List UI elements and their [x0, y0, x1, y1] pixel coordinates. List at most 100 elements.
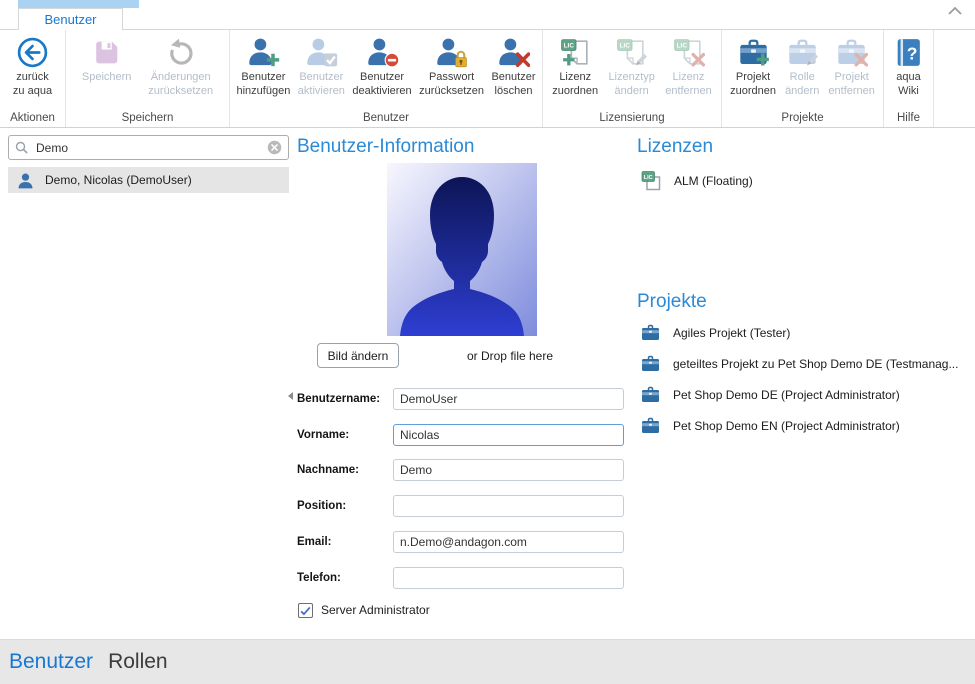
- button-label: Rolle: [790, 71, 815, 85]
- button-label: hinzufügen: [236, 85, 290, 99]
- field-label: Nachname:: [297, 459, 359, 482]
- telefon-field[interactable]: [393, 567, 624, 589]
- revert-changes-button[interactable]: Änderungen zurücksetzen: [147, 35, 214, 99]
- drop-file-hint: or Drop file here: [438, 349, 582, 363]
- ribbon-group-speichern: Speichern Änderungen zurücksetzen Speich…: [66, 30, 230, 127]
- project-item-label: Pet Shop Demo EN (Project Administrator): [673, 419, 900, 433]
- group-caption: Speichern: [66, 112, 229, 124]
- user-info-title: Benutzer-Information: [297, 136, 474, 158]
- tabstrip-divider: [0, 29, 975, 30]
- remove-project-button[interactable]: Projekt entfernen: [827, 35, 875, 99]
- activate-user-button[interactable]: Benutzer aktivieren: [297, 35, 346, 99]
- project-add-icon: [737, 36, 770, 69]
- role-edit-icon: [786, 36, 819, 69]
- assign-project-button[interactable]: Projekt zuordnen: [729, 35, 777, 99]
- collapse-arrow-icon[interactable]: [288, 392, 293, 400]
- position-field[interactable]: [393, 495, 624, 517]
- avatar[interactable]: [387, 163, 537, 336]
- clear-search-button[interactable]: [267, 140, 282, 155]
- license-remove-icon: LIC: [672, 36, 705, 69]
- bottom-tab-rollen[interactable]: Rollen: [108, 650, 168, 674]
- license-icon: LIC: [641, 170, 661, 191]
- checkmark-icon: [300, 606, 311, 616]
- button-label: zurücksetzen: [148, 85, 213, 99]
- password-reset-icon: [435, 36, 468, 69]
- field-label: Benutzername:: [297, 388, 380, 411]
- button-label: Änderungen: [151, 71, 211, 85]
- change-image-label: Bild ändern: [328, 349, 389, 363]
- button-label: entfernen: [828, 85, 874, 99]
- search-icon: [15, 141, 29, 155]
- benutzername-field[interactable]: [393, 388, 624, 410]
- ribbon-tab-benutzer[interactable]: Benutzer: [18, 8, 123, 30]
- button-label: Lizenz: [559, 71, 591, 85]
- save-button[interactable]: Speichern: [81, 35, 133, 86]
- form-row-telefon: Telefon:: [297, 567, 627, 590]
- ribbon-group-hilfe: ? aqua Wiki Hilfe: [884, 30, 934, 127]
- button-label: Wiki: [898, 85, 919, 99]
- project-item[interactable]: Agiles Projekt (Tester): [641, 324, 790, 341]
- button-label: Lizenztyp: [608, 71, 654, 85]
- reset-password-button[interactable]: Passwort zurücksetzen: [418, 35, 485, 99]
- remove-license-button[interactable]: LIC Lizenz entfernen: [664, 35, 712, 99]
- button-label: zu aqua: [13, 85, 52, 99]
- search-input[interactable]: [34, 140, 262, 156]
- bottom-tab-benutzer[interactable]: Benutzer: [9, 650, 93, 674]
- button-label: zurück: [16, 71, 48, 85]
- assign-license-button[interactable]: LIC Lizenz zuordnen: [551, 35, 599, 99]
- lic-text: LIC: [677, 42, 688, 49]
- avatar-silhouette-image: [387, 163, 537, 336]
- button-label: deaktivieren: [352, 85, 411, 99]
- vorname-field[interactable]: [393, 424, 624, 446]
- user-search-box: [8, 135, 289, 160]
- button-label: zuordnen: [552, 85, 598, 99]
- delete-user-button[interactable]: Benutzer löschen: [490, 35, 536, 99]
- ribbon-collapse-button[interactable]: [946, 4, 964, 18]
- button-label: Benutzer: [241, 71, 285, 85]
- ribbon-group-lizensierung: LIC Lizenz zuordnen LIC Lizen: [543, 30, 722, 127]
- email-field[interactable]: [393, 531, 624, 553]
- form-row-benutzername: Benutzername:: [297, 388, 627, 411]
- project-item[interactable]: Pet Shop Demo EN (Project Administrator): [641, 417, 900, 434]
- server-admin-label: Server Administrator: [321, 603, 430, 618]
- user-list-item-selected[interactable]: Demo, Nicolas (DemoUser): [8, 167, 289, 193]
- lic-text: LIC: [644, 175, 653, 181]
- ribbon-tab-label: Benutzer: [44, 12, 96, 27]
- add-user-button[interactable]: Benutzer hinzufügen: [235, 35, 291, 99]
- form-row-nachname: Nachname:: [297, 459, 627, 482]
- project-item-label: Agiles Projekt (Tester): [673, 326, 790, 340]
- nachname-field[interactable]: [393, 459, 624, 481]
- field-label: Position:: [297, 495, 346, 518]
- change-image-button[interactable]: Bild ändern: [317, 343, 399, 368]
- server-admin-checkbox[interactable]: [298, 603, 313, 618]
- button-label: Benutzer: [299, 71, 343, 85]
- project-remove-icon: [835, 36, 868, 69]
- active-tab-accent: [18, 0, 139, 8]
- project-icon: [641, 355, 660, 372]
- project-item[interactable]: geteiltes Projekt zu Pet Shop Demo DE (T…: [641, 355, 958, 372]
- user-list-item-label: Demo, Nicolas (DemoUser): [45, 173, 192, 187]
- user-add-icon: [247, 36, 280, 69]
- field-label: Email:: [297, 531, 332, 554]
- button-label: löschen: [495, 85, 533, 99]
- ribbon-group-benutzer: Benutzer hinzufügen Benutzer aktivieren: [230, 30, 543, 127]
- app-window: Benutzer zurück zu aqua Aktionen: [0, 0, 975, 684]
- chevron-up-icon: [946, 4, 964, 18]
- form-row-vorname: Vorname:: [297, 424, 627, 447]
- change-role-button[interactable]: Rolle ändern: [784, 35, 820, 99]
- project-item-label: Pet Shop Demo DE (Project Administrator): [673, 388, 900, 402]
- button-label: Passwort: [429, 71, 474, 85]
- aqua-wiki-button[interactable]: ? aqua Wiki: [891, 35, 926, 99]
- project-item[interactable]: Pet Shop Demo DE (Project Administrator): [641, 386, 900, 403]
- deactivate-user-button[interactable]: Benutzer deaktivieren: [351, 35, 412, 99]
- change-license-type-button[interactable]: LIC Lizenztyp ändern: [607, 35, 655, 99]
- question-text: ?: [907, 44, 918, 64]
- back-to-aqua-button[interactable]: zurück zu aqua: [12, 35, 53, 99]
- button-label: Projekt: [736, 71, 770, 85]
- license-item[interactable]: LIC ALM (Floating): [641, 170, 753, 191]
- button-label: Lizenz: [673, 71, 705, 85]
- button-label: aqua: [896, 71, 920, 85]
- projects-title: Projekte: [637, 291, 707, 313]
- form-row-email: Email:: [297, 531, 627, 554]
- lic-text: LIC: [620, 42, 631, 49]
